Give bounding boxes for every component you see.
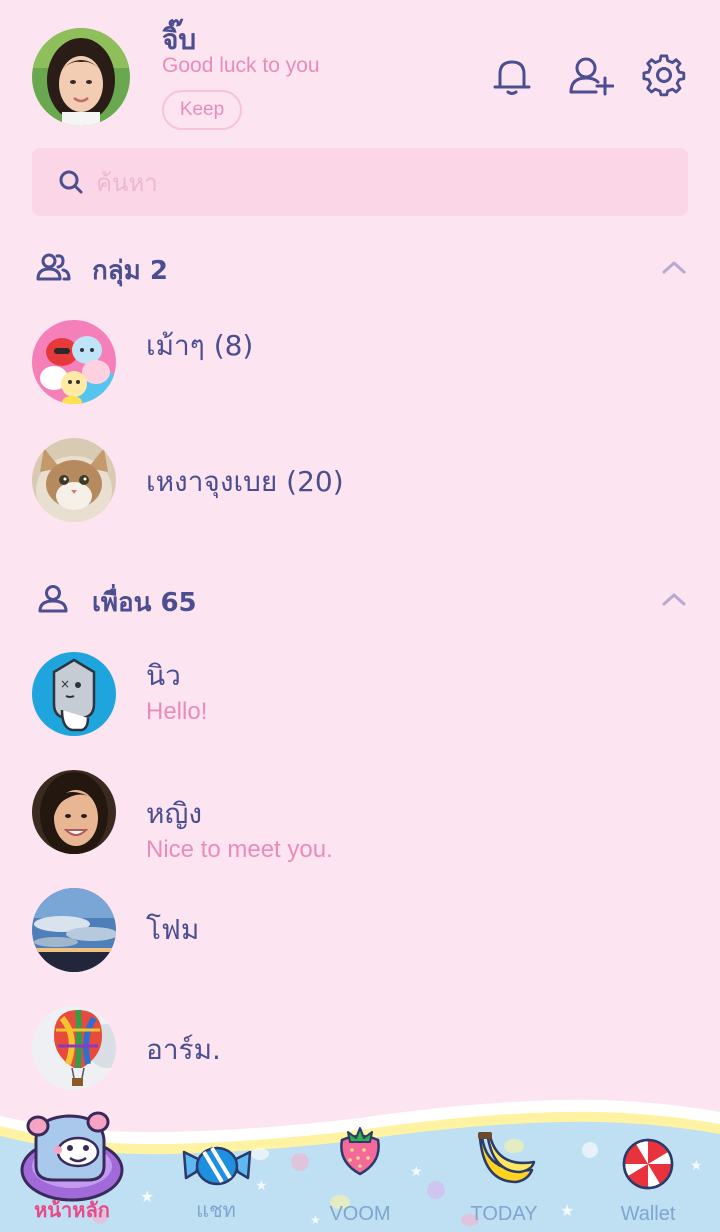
nav-label-voom: VOOM xyxy=(329,1203,391,1225)
friends-section-title: เพื่อน 65 xyxy=(92,588,197,618)
nav-label-chat: แชท xyxy=(196,1200,236,1222)
friends-section-header[interactable]: เพื่อน 65 xyxy=(0,570,720,630)
friend-name: อาร์ม. xyxy=(146,1033,221,1066)
strawberry-icon xyxy=(340,1127,380,1176)
friend-name: โฟม xyxy=(146,913,200,946)
friend-avatar xyxy=(32,770,116,854)
friend-status-message: Nice to meet you. xyxy=(146,836,333,863)
groups-section-title: กลุ่ม 2 xyxy=(92,256,168,286)
search-input[interactable] xyxy=(94,162,658,204)
nav-label-wallet: Wallet xyxy=(620,1203,676,1225)
gear-icon[interactable] xyxy=(642,54,686,98)
search-bar[interactable] xyxy=(32,148,688,216)
groups-section-header[interactable]: กลุ่ม 2 xyxy=(0,238,720,298)
friend-avatar xyxy=(32,1006,116,1090)
nav-label-home: หน้าหลัก xyxy=(34,1200,110,1222)
nav-voom[interactable]: VOOM xyxy=(300,1090,420,1232)
banana-icon xyxy=(478,1132,536,1184)
friend-row[interactable]: × นิว Hello! xyxy=(0,652,720,762)
nav-wallet[interactable]: Wallet xyxy=(588,1090,708,1232)
friend-avatar xyxy=(32,888,116,972)
friend-row[interactable]: โฟม xyxy=(0,888,720,998)
friend-avatar: × xyxy=(32,652,116,736)
search-icon xyxy=(59,170,83,194)
profile-avatar[interactable] xyxy=(32,28,130,126)
bell-icon[interactable] xyxy=(490,54,534,98)
person-icon xyxy=(38,585,68,613)
group-avatar xyxy=(32,438,116,522)
friend-row[interactable]: หญิง Nice to meet you. xyxy=(0,770,720,880)
nav-chat[interactable]: แชท xyxy=(156,1090,276,1232)
svg-text:★: ★ xyxy=(140,1187,154,1206)
group-row[interactable]: เม้าๆ (8) xyxy=(0,320,720,430)
keep-button[interactable]: Keep xyxy=(162,90,242,130)
chevron-up-icon[interactable] xyxy=(660,258,688,276)
chevron-up-icon[interactable] xyxy=(660,590,688,608)
profile-status-message[interactable]: Good luck to you xyxy=(162,54,320,78)
nav-home[interactable]: หน้าหลัก xyxy=(12,1090,132,1232)
group-row[interactable]: เหงาจุงเบย (20) xyxy=(0,438,720,548)
nav-today[interactable]: TODAY xyxy=(444,1090,564,1232)
add-friend-icon[interactable] xyxy=(568,54,615,98)
group-name: เม้าๆ (8) xyxy=(146,329,254,362)
bottom-navigation: ★ ★ ★ ★ ★ ★ หน้าหลัก แชท VOOM TODAY Wall… xyxy=(0,1090,720,1232)
friend-name: หญิง xyxy=(146,797,202,830)
peppermint-icon xyxy=(622,1138,674,1190)
group-icon xyxy=(36,253,71,281)
group-avatar xyxy=(32,320,116,404)
friend-status-message: Hello! xyxy=(146,698,208,725)
svg-text:×: × xyxy=(60,677,70,691)
nav-label-today: TODAY xyxy=(470,1203,538,1225)
friend-name: นิว xyxy=(146,659,181,692)
candy-icon xyxy=(182,1146,252,1186)
home-character-icon xyxy=(20,1111,124,1202)
group-name: เหงาจุงเบย (20) xyxy=(146,465,344,498)
